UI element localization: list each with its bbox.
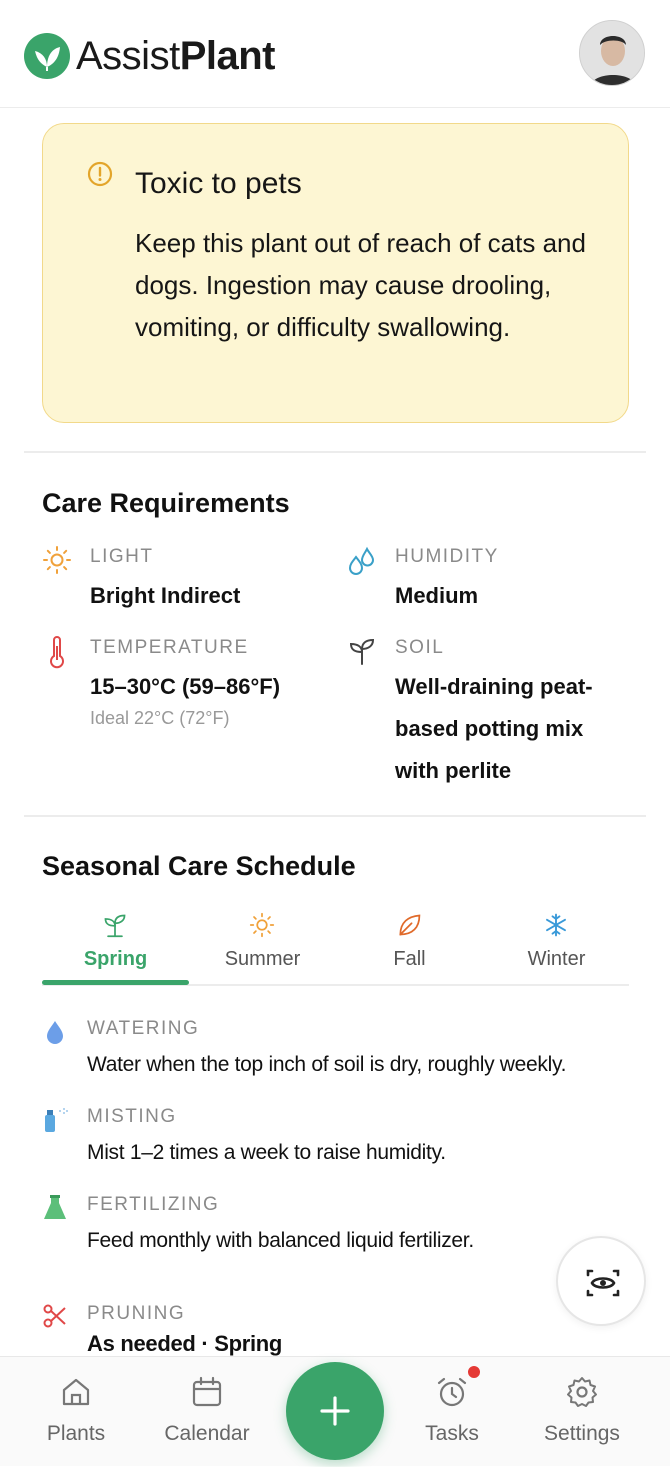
- light-value: Bright Indirect: [90, 583, 241, 608]
- gear-icon: [565, 1375, 599, 1414]
- tab-label: Winter: [527, 948, 586, 970]
- nav-label: Settings: [544, 1422, 620, 1445]
- soil-value: Well-draining peat- based potting mix wi…: [395, 666, 593, 792]
- temperature-ideal: Ideal 22°C (72°F): [90, 708, 230, 728]
- scissors-icon: [42, 1302, 68, 1335]
- water-drop-icon: [42, 1017, 68, 1052]
- care-soil: SOIL Well-draining peat- based potting m…: [347, 636, 637, 786]
- pruning-label: PRUNING: [87, 1303, 186, 1324]
- plus-icon: [320, 1396, 350, 1426]
- soil-value-line: Well-draining peat-: [395, 674, 593, 699]
- home-icon: [59, 1375, 93, 1414]
- alert-circle-icon: [87, 161, 113, 192]
- logo-icon: [24, 33, 70, 79]
- pruning-value: As needed · Spring: [87, 1331, 283, 1356]
- scan-view-button[interactable]: [556, 1236, 646, 1326]
- sprout-icon: [102, 912, 128, 943]
- nav-plants[interactable]: Plants: [21, 1357, 131, 1467]
- fertilizing-value: Feed monthly with balanced liquid fertil…: [87, 1229, 474, 1252]
- tab-label: Summer: [224, 948, 301, 970]
- droplets-icon: [347, 545, 377, 582]
- nav-settings[interactable]: Settings: [527, 1357, 637, 1467]
- seasonal-schedule-title: Seasonal Care Schedule: [42, 851, 356, 881]
- calendar-icon: [190, 1375, 224, 1414]
- add-plant-button[interactable]: [286, 1362, 384, 1460]
- divider: [24, 451, 646, 453]
- nav-label: Plants: [46, 1422, 106, 1445]
- warning-body: Keep this plant out of reach of cats and…: [135, 228, 586, 342]
- tasks-notification-badge: [466, 1364, 482, 1380]
- care-humidity: HUMIDITY Medium: [347, 545, 637, 615]
- avatar[interactable]: [579, 20, 645, 86]
- misting-label: MISTING: [87, 1106, 177, 1127]
- snowflake-icon: [543, 912, 569, 943]
- care-light: LIGHT Bright Indirect: [42, 545, 332, 615]
- misting-value: Mist 1–2 times a week to raise humidity.: [87, 1141, 446, 1164]
- soil-label: SOIL: [395, 637, 445, 658]
- watering-label: WATERING: [87, 1018, 200, 1039]
- season-tabs: Spring Summer Fall Winter: [42, 906, 629, 986]
- eye-scan-icon: [586, 1269, 620, 1297]
- tab-fall[interactable]: Fall: [336, 906, 483, 986]
- fertilizing-label: FERTILIZING: [87, 1194, 220, 1215]
- flask-icon: [42, 1193, 68, 1228]
- active-tab-indicator: [42, 980, 189, 985]
- tab-label: Fall: [393, 948, 426, 970]
- brand-part-assist: Assist: [76, 34, 180, 78]
- app-header: AssistPlant: [0, 0, 670, 108]
- tab-summer[interactable]: Summer: [189, 906, 336, 986]
- tab-winter[interactable]: Winter: [483, 906, 630, 986]
- nav-tasks[interactable]: Tasks: [397, 1357, 507, 1467]
- schedule-misting: MISTING Mist 1–2 times a week to raise h…: [42, 1105, 622, 1175]
- nav-calendar[interactable]: Calendar: [152, 1357, 262, 1467]
- soil-value-line: based potting mix: [395, 716, 584, 741]
- nav-label: Tasks: [425, 1422, 479, 1445]
- temperature-label: TEMPERATURE: [90, 637, 249, 658]
- alarm-clock-icon: [435, 1375, 469, 1414]
- leaf-icon: [396, 912, 422, 943]
- thermometer-icon: [42, 636, 72, 675]
- sun-icon: [42, 545, 72, 580]
- watering-value: Water when the top inch of soil is dry, …: [87, 1053, 567, 1076]
- temperature-value: 15–30°C (59–86°F): [90, 674, 281, 699]
- humidity-label: HUMIDITY: [395, 546, 499, 567]
- tab-spring[interactable]: Spring: [42, 906, 189, 986]
- sun-icon: [249, 912, 275, 943]
- schedule-fertilizing: FERTILIZING Feed monthly with balanced l…: [42, 1193, 622, 1263]
- schedule-watering: WATERING Water when the top inch of soil…: [42, 1017, 622, 1087]
- brand-part-plant: Plant: [179, 34, 276, 78]
- brand-name: AssistPlant: [76, 32, 275, 80]
- schedule-pruning: PRUNING As needed · Spring: [42, 1302, 622, 1358]
- tab-label: Spring: [83, 948, 148, 970]
- light-label: LIGHT: [90, 546, 154, 567]
- soil-value-line: with perlite: [395, 758, 512, 783]
- divider: [24, 815, 646, 817]
- warning-title: Toxic to pets: [135, 167, 302, 200]
- humidity-value: Medium: [395, 583, 479, 608]
- care-temperature: TEMPERATURE 15–30°C (59–86°F) Ideal 22°C…: [42, 636, 332, 736]
- nav-label: Calendar: [164, 1422, 250, 1445]
- toxicity-warning-card: Toxic to pets Keep this plant out of rea…: [42, 123, 629, 423]
- care-requirements-title: Care Requirements: [42, 488, 290, 518]
- sprout-icon: [347, 636, 377, 671]
- spray-bottle-icon: [42, 1105, 70, 1140]
